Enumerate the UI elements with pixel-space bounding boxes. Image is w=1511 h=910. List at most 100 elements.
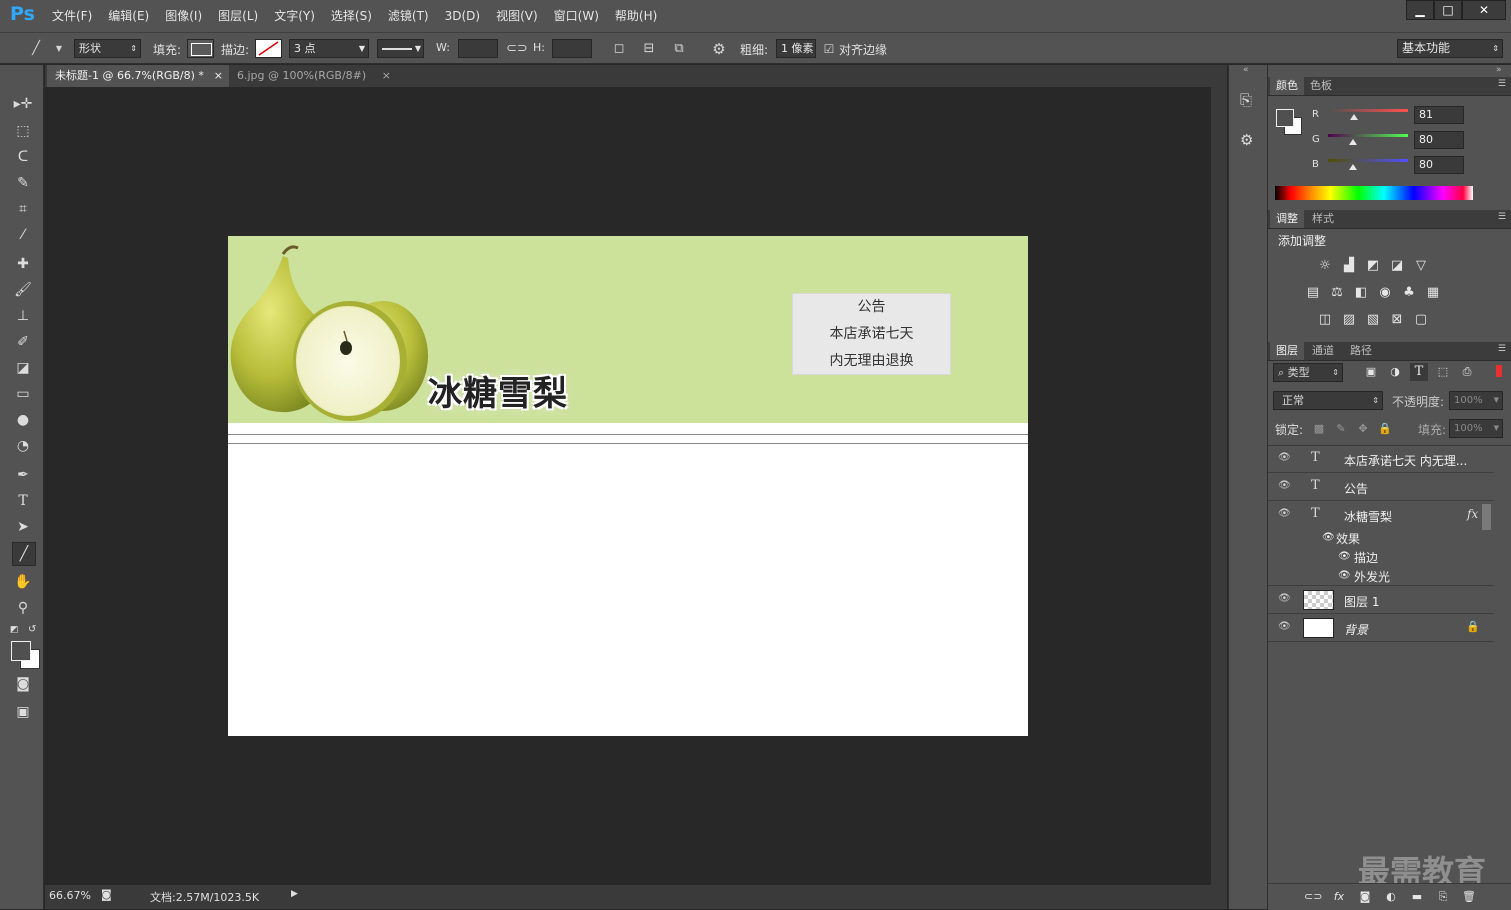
effect-outer-glow[interactable]: 外发光 [1354, 568, 1390, 585]
fx-icon[interactable]: fx [1467, 507, 1478, 521]
dodge-tool-icon[interactable]: ◔ [12, 435, 34, 457]
width-field[interactable] [458, 39, 498, 58]
menu-layer[interactable]: 图层(L) [210, 0, 266, 32]
effect-stroke[interactable]: 描边 [1354, 549, 1378, 566]
healing-brush-tool-icon[interactable]: ✚ [12, 253, 34, 275]
fill-swatch[interactable] [187, 39, 214, 58]
hue-saturation-icon[interactable]: ▤ [1304, 284, 1322, 302]
lock-all-icon[interactable]: 🔒 [1376, 420, 1394, 438]
menu-type[interactable]: 文字(Y) [266, 0, 323, 32]
opacity-field[interactable]: 100% ▼ [1449, 391, 1503, 410]
workspace-select[interactable]: 基本功能 ⇕ [1397, 39, 1503, 58]
menu-file[interactable]: 文件(F) [44, 0, 100, 32]
brightness-icon[interactable]: ☼ [1316, 257, 1334, 275]
properties-panel-icon[interactable]: ⚙ [1240, 131, 1253, 149]
threshold-icon[interactable]: ▧ [1364, 311, 1382, 329]
new-adjustment-icon[interactable]: ◐ [1382, 888, 1400, 906]
panel-menu-icon[interactable]: ☰ [1498, 344, 1506, 354]
screen-mode-icon[interactable]: ▣ [12, 701, 34, 723]
tab-6jpg[interactable]: 6.jpg @ 100%(RGB/8#) × [229, 65, 395, 87]
swap-colors-icon[interactable]: ↺ [28, 624, 36, 635]
menu-window[interactable]: 窗口(W) [546, 0, 607, 32]
document-canvas[interactable]: 冰糖雪梨 公告 本店承诺七天 内无理由退换 [228, 236, 1028, 736]
foreground-color-swatch[interactable] [11, 641, 31, 661]
status-menu-arrow-icon[interactable]: ▶ [291, 889, 298, 899]
panel-menu-icon[interactable]: ☰ [1498, 212, 1506, 222]
shape-mode-select[interactable]: 形状 ⇕ [74, 39, 141, 58]
foreground-color-swatch[interactable] [1276, 109, 1294, 127]
collapse-icon[interactable]: » [1496, 65, 1502, 75]
channel-g-value[interactable]: 80 [1414, 131, 1464, 149]
selective-color-icon[interactable]: ▢ [1412, 311, 1430, 329]
layer-row-banner-title[interactable]: 👁 T 冰糖雪梨 fx 👁 效果 👁 描边 👁 外发光 [1268, 502, 1494, 586]
path-alignment-icon[interactable]: ⊟ [640, 40, 658, 58]
path-operations-icon[interactable]: ◻ [610, 40, 628, 58]
height-field[interactable] [552, 39, 592, 58]
color-lookup-icon[interactable]: ▦ [1424, 284, 1442, 302]
path-arrangement-icon[interactable]: ⧉ [670, 40, 688, 58]
channel-g-thumb[interactable] [1348, 139, 1357, 145]
layer-row-layer1[interactable]: 👁 图层 1 [1268, 587, 1494, 614]
layer-filter-select[interactable]: ⌕ 类型 ⇕ [1273, 363, 1343, 382]
layer-row-notice-text[interactable]: 👁 T 本店承诺七天 内无理... [1268, 446, 1494, 473]
filter-type-icon[interactable]: T [1410, 363, 1428, 381]
stamp-tool-icon[interactable]: ⊥ [12, 305, 34, 327]
visibility-eye-icon[interactable]: 👁 [1338, 551, 1351, 562]
channel-g-slider[interactable] [1328, 134, 1408, 137]
blend-mode-select[interactable]: 正常 ⇕ [1273, 391, 1383, 410]
move-tool-icon[interactable]: ▸✛ [12, 93, 34, 115]
visibility-eye-icon[interactable]: 👁 [1278, 508, 1291, 519]
panel-menu-icon[interactable]: ☰ [1498, 79, 1506, 89]
channel-b-slider[interactable] [1328, 159, 1408, 162]
color-balance-icon[interactable]: ⚖ [1328, 284, 1346, 302]
marquee-tool-icon[interactable]: ⬚ [12, 120, 34, 142]
gradient-map-icon[interactable]: ⊠ [1388, 311, 1406, 329]
minimize-button[interactable]: ▁ [1406, 0, 1434, 20]
filter-toggle-switch[interactable] [1496, 365, 1502, 377]
add-mask-icon[interactable]: ◙ [1356, 888, 1374, 906]
path-select-tool-icon[interactable]: ➤ [12, 516, 34, 538]
layer-row-notice-title[interactable]: 👁 T 公告 [1268, 474, 1494, 501]
weight-field[interactable]: 1 像素 [776, 39, 816, 58]
tab-adjustments[interactable]: 调整 [1270, 210, 1304, 228]
visibility-eye-icon[interactable]: 👁 [1278, 621, 1291, 632]
add-style-icon[interactable]: fx [1330, 888, 1348, 906]
delete-layer-icon[interactable]: 🗑 [1460, 888, 1478, 906]
type-tool-icon[interactable]: T [12, 490, 34, 512]
posterize-icon[interactable]: ▨ [1340, 311, 1358, 329]
eyedropper-tool-icon[interactable]: ⁄ [12, 224, 34, 246]
tab-untitled[interactable]: 未标题-1 @ 66.7%(RGB/8) * × [47, 65, 229, 87]
brush-tool-icon[interactable]: 🖌 [12, 279, 34, 301]
lock-position-icon[interactable]: ✥ [1354, 420, 1372, 438]
layer-row-background[interactable]: 👁 背景 🔒 [1268, 615, 1494, 642]
menu-select[interactable]: 选择(S) [323, 0, 380, 32]
visibility-eye-icon[interactable]: 👁 [1322, 532, 1335, 543]
filter-pixel-icon[interactable]: ▣ [1362, 363, 1380, 381]
photo-filter-icon[interactable]: ◉ [1376, 284, 1394, 302]
new-layer-icon[interactable]: ⎘ [1434, 888, 1452, 906]
collapse-icon[interactable]: « [1243, 65, 1249, 75]
default-colors-icon[interactable]: ◩ [10, 625, 19, 635]
menu-image[interactable]: 图像(I) [157, 0, 210, 32]
zoom-level[interactable]: 66.67% [49, 889, 91, 902]
link-layers-icon[interactable]: ⊂⊃ [1304, 888, 1322, 906]
filter-smart-object-icon[interactable]: ⎙ [1458, 363, 1476, 381]
pen-tool-icon[interactable]: ✒ [12, 464, 34, 486]
maximize-button[interactable]: □ [1434, 0, 1462, 20]
line-tool-icon[interactable]: ╱ [12, 542, 36, 566]
channel-b-value[interactable]: 80 [1414, 156, 1464, 174]
history-brush-tool-icon[interactable]: ✐ [12, 331, 34, 353]
channel-mixer-icon[interactable]: ♣ [1400, 284, 1418, 302]
eraser-tool-icon[interactable]: ◪ [12, 357, 34, 379]
stroke-swatch[interactable] [255, 39, 282, 58]
visibility-eye-icon[interactable]: 👁 [1278, 452, 1291, 463]
link-icon[interactable]: ⊂⊃ [506, 40, 528, 58]
visibility-eye-icon[interactable]: 👁 [1338, 570, 1351, 581]
levels-icon[interactable]: ▟ [1340, 257, 1358, 275]
invert-icon[interactable]: ◫ [1316, 311, 1334, 329]
gear-icon[interactable]: ⚙ [710, 40, 728, 58]
close-window-button[interactable]: ✕ [1462, 0, 1506, 20]
close-icon[interactable]: × [214, 65, 223, 87]
menu-help[interactable]: 帮助(H) [607, 0, 665, 32]
gradient-tool-icon[interactable]: ▭ [12, 383, 34, 405]
